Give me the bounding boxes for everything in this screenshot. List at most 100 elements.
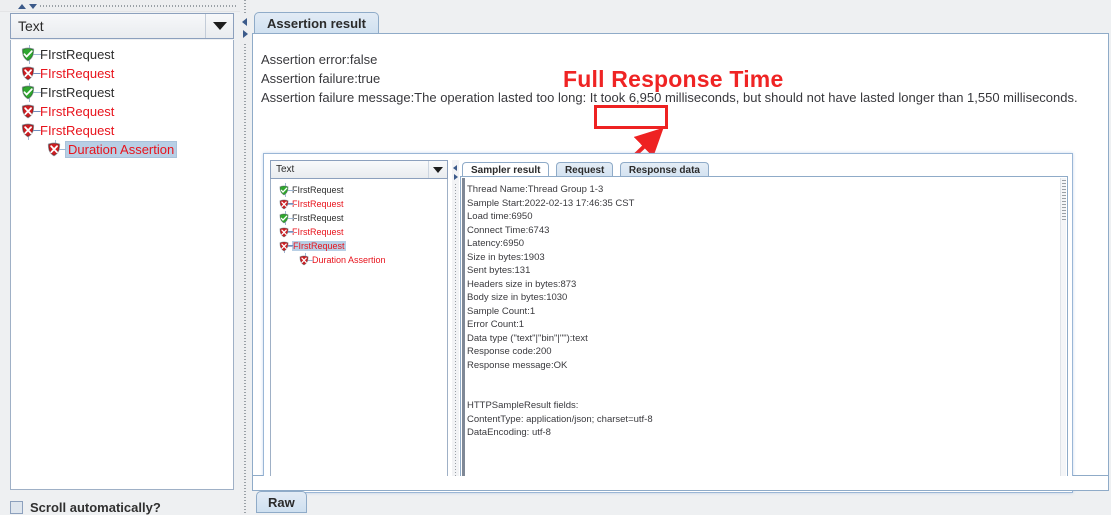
tree-item-firstrequest[interactable]: FIrstRequest bbox=[11, 102, 233, 121]
sampler-result-line: Load time:6950 bbox=[467, 211, 533, 222]
jmeter-assertion-results-window: Text FIrstRequest FIrstRequest FIrstReques… bbox=[0, 0, 1111, 515]
sampler-result-line: ContentType: application/json; charset=u… bbox=[467, 413, 653, 425]
sampler-result-line: DataEncoding: utf-8 bbox=[467, 427, 551, 438]
inner-tree-item-label: FIrstRequest bbox=[292, 185, 344, 195]
inner-tree-item-label: FIrstRequest bbox=[292, 213, 344, 223]
shield-fail-icon bbox=[47, 142, 61, 157]
triangle-down-icon[interactable] bbox=[29, 4, 37, 9]
tree-item-label: FIrstRequest bbox=[40, 47, 115, 62]
inner-detail-pane: Sampler result Request Response data Thr… bbox=[460, 160, 1068, 488]
annotation-highlight-response-time bbox=[594, 105, 668, 129]
triangle-left-icon[interactable] bbox=[453, 165, 457, 171]
search-type-combo[interactable]: Text bbox=[10, 13, 234, 39]
tree-item-label: FIrstRequest bbox=[40, 66, 115, 81]
sampler-result-line: Sample Start:2022-02-13 17:46:35 CST bbox=[467, 197, 635, 209]
tree-item-label: FIrstRequest bbox=[40, 123, 115, 138]
horizontal-splitter-top[interactable] bbox=[0, 0, 240, 12]
outer-tabstrip: Assertion result bbox=[250, 12, 1111, 34]
inner-vertical-scrollbar[interactable] bbox=[1060, 178, 1066, 486]
sampler-result-line: Error Count:1 bbox=[467, 319, 525, 330]
bottom-spacer bbox=[252, 476, 1109, 491]
search-type-combo-value: Text bbox=[18, 18, 44, 34]
detail-left-rail bbox=[462, 178, 465, 486]
shield-fail-icon bbox=[279, 241, 289, 252]
bottom-tabstrip: Raw bbox=[252, 491, 1109, 513]
shield-fail-icon bbox=[21, 66, 35, 81]
tab-raw-label: Raw bbox=[268, 494, 295, 510]
sampler-result-line: Size in bytes:1903 bbox=[467, 251, 545, 263]
tab-request-label: Request bbox=[564, 165, 605, 176]
shield-fail-icon bbox=[21, 123, 35, 138]
inner-results-tree[interactable]: FIrstRequest FIrstRequest FIrstRequest FIrs… bbox=[270, 179, 448, 485]
inner-tree-item-firstrequest[interactable]: FIrstRequest bbox=[271, 197, 447, 211]
checkbox-box[interactable] bbox=[10, 501, 23, 514]
sampler-result-line: Sample Count:1 bbox=[467, 305, 536, 317]
sampler-result-line: Data type ("text"|"bin"|""):text bbox=[467, 332, 588, 344]
sampler-result-line: Response message:OK bbox=[467, 359, 568, 371]
tab-response-data-label: Response data bbox=[628, 165, 700, 176]
inner-tree-item-firstrequest[interactable]: FIrstRequest bbox=[271, 225, 447, 239]
results-tree[interactable]: FIrstRequest FIrstRequest FIrstRequest FIrs… bbox=[10, 40, 234, 490]
sampler-result-line: Thread Name:Thread Group 1-3 bbox=[467, 184, 604, 195]
shield-fail-icon bbox=[279, 227, 289, 238]
tab-assertion-result-label: Assertion result bbox=[267, 16, 366, 31]
results-tree-pane: Text FIrstRequest FIrstRequest FIrstReques… bbox=[0, 12, 240, 515]
inner-tree-item-firstrequest[interactable]: FIrstRequest bbox=[271, 239, 447, 253]
scrollbar-thumb[interactable] bbox=[1062, 180, 1066, 220]
scroll-automatically-label: Scroll automatically? bbox=[30, 500, 161, 515]
sampler-result-line: Headers size in bytes:873 bbox=[467, 278, 577, 290]
vertical-splitter[interactable] bbox=[240, 0, 250, 515]
tree-item-label: FIrstRequest bbox=[40, 104, 115, 119]
shield-fail-icon bbox=[21, 104, 35, 119]
inner-search-type-combo[interactable]: Text bbox=[270, 160, 448, 179]
sampler-result-line bbox=[467, 386, 653, 400]
tree-item-firstrequest[interactable]: FIrstRequest bbox=[11, 45, 233, 64]
tree-item-firstrequest[interactable]: FIrstRequest bbox=[11, 83, 233, 102]
assertion-result-pane: Assertion result Assertion error:false A… bbox=[250, 0, 1111, 515]
sampler-result-textarea[interactable]: Thread Name:Thread Group 1-3 Sample Start… bbox=[460, 176, 1068, 488]
splitter-grip bbox=[40, 5, 238, 7]
sampler-result-line: Latency:6950 bbox=[467, 238, 525, 249]
inner-tree-item-label: FIrstRequest bbox=[292, 241, 346, 251]
shield-pass-icon bbox=[279, 185, 289, 196]
tree-item-duration-assertion[interactable]: Duration Assertion bbox=[11, 140, 233, 159]
inner-splitter-grip bbox=[455, 184, 456, 486]
tab-sampler-result-label: Sampler result bbox=[471, 165, 541, 176]
tree-item-label: FIrstRequest bbox=[40, 85, 115, 100]
annotation-title: Full Response Time bbox=[563, 66, 784, 92]
scroll-automatically-checkbox[interactable]: Scroll automatically? bbox=[10, 500, 161, 515]
sampler-result-line: Body size in bytes:1030 bbox=[467, 292, 568, 303]
sampler-result-line bbox=[467, 372, 653, 386]
tab-raw[interactable]: Raw bbox=[256, 491, 307, 513]
sampler-result-line: Response code:200 bbox=[467, 346, 552, 357]
tree-item-label: Duration Assertion bbox=[64, 141, 178, 158]
tree-item-firstrequest[interactable]: FIrstRequest bbox=[11, 121, 233, 140]
inner-tree-item-label: FIrstRequest bbox=[292, 227, 344, 237]
triangle-up-icon[interactable] bbox=[18, 4, 26, 9]
shield-fail-icon bbox=[299, 255, 309, 266]
triangle-right-icon[interactable] bbox=[454, 174, 458, 180]
triangle-right-icon[interactable] bbox=[243, 30, 248, 38]
shield-pass-icon bbox=[21, 85, 35, 100]
triangle-left-icon[interactable] bbox=[242, 18, 247, 26]
chevron-down-icon[interactable] bbox=[205, 14, 233, 38]
inner-results-tree-pane: Text FIrstRequest FIrstRequest FIrstReques… bbox=[270, 160, 450, 488]
inner-search-type-combo-value: Text bbox=[276, 164, 295, 175]
tree-item-firstrequest[interactable]: FIrstRequest bbox=[11, 64, 233, 83]
inner-tree-item-label: FIrstRequest bbox=[292, 199, 344, 209]
inner-tabstrip: Sampler result Request Response data bbox=[460, 160, 1068, 178]
inner-tree-item-label: Duration Assertion bbox=[312, 255, 386, 265]
sampler-result-line: Sent bytes:131 bbox=[467, 265, 531, 276]
shield-pass-icon bbox=[279, 213, 289, 224]
sampler-result-line: Connect Time:6743 bbox=[467, 224, 550, 236]
inner-tree-item-firstrequest[interactable]: FIrstRequest bbox=[271, 183, 447, 197]
tab-assertion-result[interactable]: Assertion result bbox=[254, 12, 379, 34]
inner-view-results-panel: Text FIrstRequest FIrstRequest FIrstReques… bbox=[263, 153, 1073, 493]
inner-vertical-splitter[interactable] bbox=[452, 160, 459, 488]
sampler-result-line: HTTPSampleResult fields: bbox=[467, 400, 579, 411]
splitter-grip-top bbox=[244, 0, 246, 14]
chevron-down-icon[interactable] bbox=[428, 161, 447, 178]
inner-tree-item-firstrequest[interactable]: FIrstRequest bbox=[271, 211, 447, 225]
inner-tree-item-duration-assertion[interactable]: Duration Assertion bbox=[271, 253, 447, 267]
splitter-grip bbox=[244, 44, 246, 515]
